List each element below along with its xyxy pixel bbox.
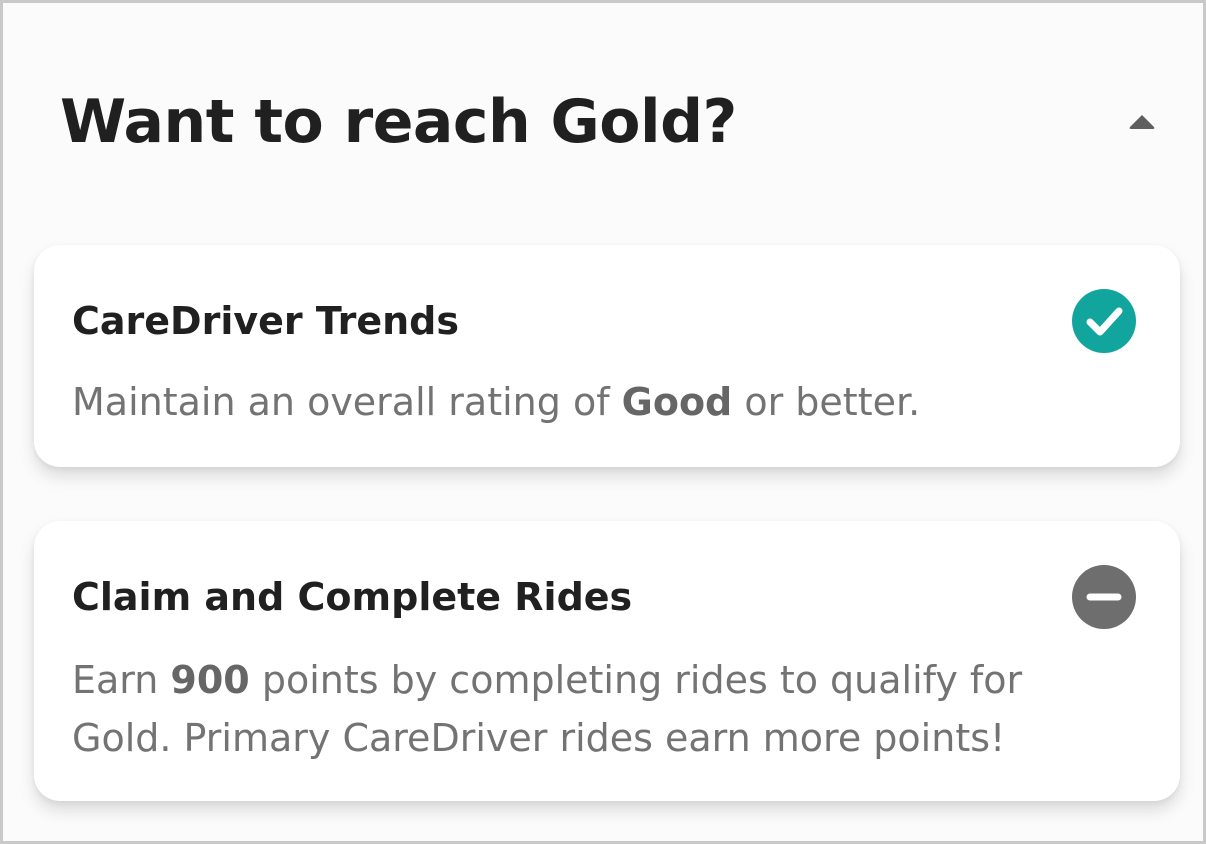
requirement-card-caredriver-trends: CareDriver Trends Maintain an overall ra… <box>34 245 1180 467</box>
description-highlight: 900 <box>170 658 250 702</box>
minus-circle-icon <box>1072 565 1136 629</box>
requirement-description: Maintain an overall rating of Good or be… <box>72 373 1112 431</box>
requirement-title: CareDriver Trends <box>72 299 459 343</box>
requirement-description: Earn 900 points by completing rides to q… <box>72 651 1112 767</box>
description-text: or better. <box>732 380 921 424</box>
description-text: Maintain an overall rating of <box>72 380 622 424</box>
gold-requirements-panel: Want to reach Gold? CareDriver Trends Ma… <box>0 0 1206 844</box>
requirement-card-claim-complete-rides: Claim and Complete Rides Earn 900 points… <box>34 521 1180 801</box>
chevron-up-icon <box>1124 111 1160 133</box>
page-title: Want to reach Gold? <box>60 87 737 157</box>
section-header: Want to reach Gold? <box>60 85 1160 159</box>
requirement-title: Claim and Complete Rides <box>72 575 633 619</box>
description-text: Earn <box>72 658 171 702</box>
collapse-section-button[interactable] <box>1124 107 1160 137</box>
description-highlight: Good <box>621 380 733 424</box>
check-circle-icon <box>1072 289 1136 353</box>
